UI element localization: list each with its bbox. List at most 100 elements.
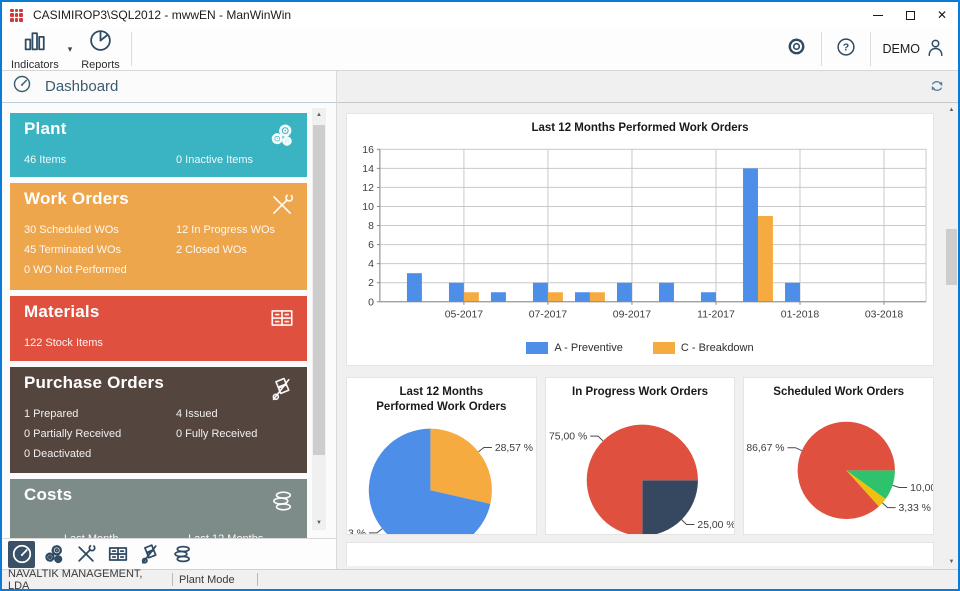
refresh-button[interactable]: [926, 76, 948, 98]
module-button-work-orders[interactable]: [72, 541, 99, 568]
dashboard-content: Last 12 Months Performed Work Orders 0 2 4…: [337, 103, 958, 569]
legend-swatch: [653, 342, 675, 354]
indicators-label: Indicators: [11, 59, 59, 71]
main-scrollbar[interactable]: ▲ ▼: [945, 103, 958, 569]
card-stat: [176, 444, 293, 464]
card-plant[interactable]: Plant46 Items0 Inactive Items: [10, 113, 307, 177]
crate-icon: [269, 305, 295, 331]
svg-text:71,43 %: 71,43 %: [347, 528, 366, 535]
svg-text:0: 0: [368, 297, 374, 308]
gears-icon: [269, 122, 295, 148]
svg-text:?: ?: [842, 41, 848, 53]
card-workorders[interactable]: Work Orders30 Scheduled WOs12 In Progres…: [10, 183, 307, 290]
card-purchaseorders[interactable]: Purchase Orders1 Prepared4 Issued0 Parti…: [10, 367, 307, 473]
status-separator: [172, 573, 173, 586]
legend-item: C - Breakdown: [653, 342, 754, 354]
card-stat-row: 30 Scheduled WOs12 In Progress WOs: [10, 220, 307, 240]
gauge-icon: [12, 74, 32, 99]
window-title: CASIMIROP3\SQL2012 - mwwEN - ManWinWin: [33, 8, 291, 22]
sidebar: Dashboard Plant46 Items0 Inactive ItemsW…: [2, 71, 337, 569]
pie-card-scheduled: Scheduled Work Orders 10,00 %3,33 %86,67…: [743, 377, 934, 535]
scroll-up-arrow[interactable]: ▲: [312, 108, 326, 122]
toolbar-separator: [821, 32, 822, 66]
gear-icon: [785, 35, 808, 58]
card-title: Plant: [24, 119, 67, 139]
user-button[interactable]: DEMO: [875, 29, 951, 69]
card-title: Purchase Orders: [24, 373, 164, 393]
crate-icon: [107, 543, 129, 565]
scroll-down-arrow[interactable]: ▼: [312, 516, 326, 530]
minimize-button[interactable]: [862, 2, 894, 28]
pie-title: Scheduled Work Orders: [744, 385, 933, 400]
pie-card-performed: Last 12 Months Performed Work Orders 28,…: [346, 377, 537, 535]
reports-label: Reports: [81, 59, 120, 71]
gauge-icon: [11, 543, 33, 565]
scroll-track[interactable]: [945, 117, 958, 555]
scroll-up-arrow[interactable]: ▲: [945, 103, 958, 117]
maximize-button[interactable]: [894, 2, 926, 28]
svg-text:3,33 %: 3,33 %: [899, 503, 931, 514]
card-costs[interactable]: CostsLast MonthLast 12 Months: [10, 479, 307, 538]
scroll-thumb[interactable]: [946, 229, 957, 285]
pie-card-in-progress: In Progress Work Orders 25,00 %75,00 %: [545, 377, 736, 535]
svg-text:4: 4: [368, 259, 374, 270]
module-button-plant[interactable]: [40, 541, 67, 568]
bar-chart-card: Last 12 Months Performed Work Orders 0 2 4…: [346, 113, 934, 366]
pie-chart: 10,00 %3,33 %86,67 %: [744, 378, 933, 535]
card-materials[interactable]: Materials122 Stock Items: [10, 296, 307, 361]
svg-text:14: 14: [362, 164, 374, 175]
card-stat: 122 Stock Items: [24, 333, 176, 353]
legend-swatch: [526, 342, 548, 354]
close-button[interactable]: ✕: [926, 2, 958, 28]
help-button[interactable]: ?: [826, 29, 866, 69]
help-icon: ?: [835, 36, 857, 58]
bar-chart-plot: 024681012141605-201707-201709-201711-201…: [347, 138, 933, 340]
module-button-dashboard[interactable]: [8, 541, 35, 568]
scroll-track[interactable]: [312, 122, 326, 516]
card-column-header: Last Month: [24, 529, 159, 538]
toolbar-separator: [870, 32, 871, 66]
svg-text:05-2017: 05-2017: [445, 310, 484, 321]
card-stat-row: 0 Partially Received0 Fully Received: [10, 424, 307, 444]
indicators-button[interactable]: Indicators: [4, 29, 66, 69]
titlebar: CASIMIROP3\SQL2012 - mwwEN - ManWinWin ✕: [2, 2, 958, 28]
status-bar: NAVALTIK MANAGEMENT, LDA Plant Mode: [2, 569, 958, 589]
card-title: Costs: [24, 485, 72, 505]
svg-text:2: 2: [368, 278, 374, 289]
card-stat: 12 In Progress WOs: [176, 220, 293, 240]
svg-text:16: 16: [362, 145, 374, 156]
pie-chart-icon: [88, 28, 113, 58]
svg-text:10,00 %: 10,00 %: [910, 483, 933, 494]
pie-title: In Progress Work Orders: [546, 385, 735, 400]
reports-button[interactable]: Reports: [74, 29, 127, 69]
tools-icon: [75, 543, 97, 565]
pie-chart-scheduled: 10,00 %3,33 %86,67 %: [744, 378, 933, 534]
settings-button[interactable]: [776, 29, 817, 69]
card-stat-row: 122 Stock Items: [10, 333, 307, 353]
module-button-costs[interactable]: [168, 541, 195, 568]
sidebar-scrollbar[interactable]: ▲ ▼: [312, 108, 326, 530]
legend-label: A - Preventive: [554, 342, 622, 354]
bar-chart-title: Last 12 Months Performed Work Orders: [347, 122, 933, 134]
refresh-icon: [928, 77, 946, 95]
module-icon-bar: [2, 538, 336, 569]
scroll-down-arrow[interactable]: ▼: [945, 555, 958, 569]
indicators-dropdown-arrow[interactable]: ▾: [66, 29, 75, 69]
bar-chart-icon: [22, 28, 47, 58]
module-button-purchase-orders[interactable]: [136, 541, 163, 568]
scroll-thumb[interactable]: [313, 125, 325, 455]
gauge-icon: [12, 74, 32, 94]
svg-text:10: 10: [362, 202, 374, 213]
dashboard-header: Dashboard: [2, 71, 336, 103]
status-separator: [257, 573, 258, 586]
module-button-materials[interactable]: [104, 541, 131, 568]
svg-text:28,57 %: 28,57 %: [495, 443, 533, 454]
app-icon: [10, 9, 23, 22]
card-stat: 1 Prepared: [24, 404, 176, 424]
svg-text:09-2017: 09-2017: [613, 310, 652, 321]
close-icon: ✕: [937, 8, 947, 22]
coins-icon: [269, 488, 295, 514]
page-title: Dashboard: [45, 78, 118, 95]
svg-text:07-2017: 07-2017: [529, 310, 568, 321]
toolbar: Indicators ▾ Reports ? DEMO: [2, 28, 958, 70]
